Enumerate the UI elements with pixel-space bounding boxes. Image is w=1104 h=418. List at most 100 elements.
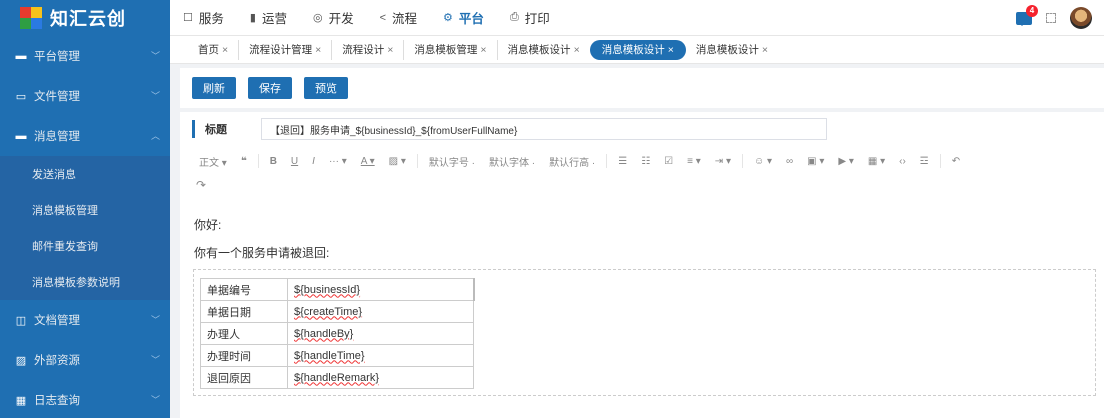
align-icon[interactable]: ≡ ▾ bbox=[680, 156, 708, 167]
close-icon[interactable]: × bbox=[315, 44, 321, 56]
toolbar-divider bbox=[606, 154, 608, 168]
chat-icon[interactable]: 4 bbox=[1016, 4, 1038, 26]
close-icon[interactable]: × bbox=[480, 44, 486, 56]
line-height-select[interactable]: 默认行高 · bbox=[542, 154, 602, 169]
code-icon[interactable]: ‹› bbox=[892, 156, 913, 167]
paragraph-style-select[interactable]: 正文 ▾ bbox=[192, 154, 234, 169]
todo-icon[interactable]: ☑ bbox=[657, 156, 680, 167]
emoji-icon[interactable]: ☺ ▾ bbox=[747, 156, 779, 167]
indent-icon[interactable]: ⇥ ▾ bbox=[708, 156, 738, 167]
sidebar-subitem-send-message[interactable]: 发送消息 bbox=[0, 156, 170, 192]
undo-icon[interactable]: ↶ bbox=[945, 156, 967, 167]
tab-template-manage[interactable]: 消息模板管理 × bbox=[404, 39, 498, 60]
table-key[interactable]: 单据编号 bbox=[200, 278, 288, 301]
tab-process-design[interactable]: 流程设计 × bbox=[332, 39, 405, 60]
bold-icon[interactable]: B bbox=[263, 156, 284, 167]
nav-print[interactable]: ⎙ 打印 bbox=[497, 0, 563, 36]
table-value[interactable]: ${handleRemark} bbox=[287, 366, 474, 389]
table-row[interactable]: 办理人 ${handleBy} bbox=[200, 322, 474, 345]
font-color-icon[interactable]: A ▾ bbox=[354, 156, 382, 167]
table-key[interactable]: 单据日期 bbox=[200, 300, 288, 323]
tab-template-design-1[interactable]: 消息模板设计 × bbox=[498, 40, 590, 60]
folder-icon: ▭ bbox=[15, 90, 27, 103]
underline-icon[interactable]: U bbox=[284, 156, 305, 167]
table-key[interactable]: 办理人 bbox=[200, 322, 288, 345]
rich-text-toolbar: 正文 ▾ ❝ B U I ··· ▾ A ▾ ▨ ▾ 默认字号 · 默认字体 ·… bbox=[192, 148, 1092, 174]
sidebar-subitem-template-manage[interactable]: 消息模板管理 bbox=[0, 192, 170, 228]
close-icon[interactable]: × bbox=[574, 44, 580, 56]
image-icon[interactable]: ▣ ▾ bbox=[800, 156, 831, 167]
table-value[interactable]: ${handleBy} bbox=[287, 322, 474, 345]
save-button[interactable]: 保存 bbox=[248, 77, 292, 99]
toolbar-divider bbox=[939, 154, 941, 168]
divider-icon[interactable]: ☲ bbox=[913, 156, 936, 167]
table-value-text: ${handleTime} bbox=[294, 349, 365, 362]
nav-label: 服务 bbox=[198, 12, 224, 26]
tab-template-design-active[interactable]: 消息模板设计 × bbox=[589, 39, 686, 60]
logo[interactable]: 知汇云创 bbox=[0, 0, 170, 36]
table-row[interactable]: 单据编号 ${businessId} bbox=[200, 278, 475, 301]
refresh-button[interactable]: 刷新 bbox=[192, 77, 236, 99]
table-row[interactable]: 退回原因 ${handleRemark} bbox=[200, 366, 474, 389]
nav-platform[interactable]: ⚙ 平台 bbox=[430, 0, 497, 36]
redo-icon[interactable]: ↷ bbox=[196, 178, 206, 192]
table-row[interactable]: 单据日期 ${createTime} bbox=[200, 300, 474, 323]
sidebar: 知汇云创 ▬ 平台管理 ﹀ ▭ 文件管理 ﹀ ▬ 消息管理 ︿ 发送消息 消息模… bbox=[0, 0, 170, 418]
share-icon: < bbox=[379, 11, 387, 24]
close-icon[interactable]: × bbox=[762, 44, 768, 56]
nav-operations[interactable]: ▮ 运营 bbox=[237, 0, 300, 36]
video-icon[interactable]: ▶ ▾ bbox=[831, 156, 861, 167]
title-input[interactable]: 【退回】服务申请_${businessId}_${fromUserFullNam… bbox=[261, 118, 827, 140]
preview-button[interactable]: 预览 bbox=[304, 77, 348, 99]
params-table[interactable]: 单据编号 ${businessId} 单据日期 ${createTime} 办理… bbox=[200, 278, 475, 389]
quote-icon[interactable]: ❝ bbox=[234, 156, 254, 167]
tab-label: 消息模板设计 bbox=[695, 44, 759, 56]
sidebar-item-documents[interactable]: ◫ 文档管理 ﹀ bbox=[0, 300, 170, 340]
sidebar-item-external[interactable]: ▨ 外部资源 ﹀ bbox=[0, 340, 170, 380]
chevron-down-icon: ﹀ bbox=[150, 315, 160, 325]
table-key[interactable]: 办理时间 bbox=[200, 344, 288, 367]
fullscreen-icon[interactable] bbox=[1046, 13, 1056, 23]
table-key[interactable]: 退回原因 bbox=[200, 366, 288, 389]
sidebar-item-messages[interactable]: ▬ 消息管理 ︿ bbox=[0, 116, 170, 156]
greeting-text[interactable]: 你好: bbox=[194, 216, 221, 233]
sidebar-subitem-template-params[interactable]: 消息模板参数说明 bbox=[0, 264, 170, 300]
bullet-list-icon[interactable]: ☰ bbox=[611, 156, 634, 167]
link-icon[interactable]: ∞ bbox=[779, 156, 800, 167]
sidebar-item-logs[interactable]: ▦ 日志查询 ﹀ bbox=[0, 380, 170, 418]
table-icon[interactable]: ▦ ▾ bbox=[861, 156, 892, 167]
close-icon[interactable]: × bbox=[387, 44, 393, 56]
message-icon: ▬ bbox=[15, 130, 27, 142]
sidebar-item-files[interactable]: ▭ 文件管理 ﹀ bbox=[0, 76, 170, 116]
toolbar-divider bbox=[416, 154, 418, 168]
nav-label: 运营 bbox=[261, 12, 287, 26]
table-value[interactable]: ${businessId} bbox=[287, 278, 475, 301]
nav-service[interactable]: ☐ 服务 bbox=[170, 0, 237, 36]
avatar[interactable] bbox=[1070, 7, 1092, 29]
tab-process-design-manage[interactable]: 流程设计管理 × bbox=[239, 39, 333, 60]
tab-home[interactable]: 首页 × bbox=[188, 39, 240, 60]
bg-color-icon[interactable]: ▨ ▾ bbox=[382, 156, 413, 167]
document-icon: ◫ bbox=[15, 314, 27, 327]
messages-submenu: 发送消息 消息模板管理 邮件重发查询 消息模板参数说明 bbox=[0, 156, 170, 300]
table-value-text: ${handleRemark} bbox=[294, 371, 380, 384]
message-text[interactable]: 你有一个服务申请被退回: bbox=[194, 244, 329, 261]
table-value[interactable]: ${createTime} bbox=[287, 300, 474, 323]
sidebar-subitem-email-resend[interactable]: 邮件重发查询 bbox=[0, 228, 170, 264]
font-size-select[interactable]: 默认字号 · bbox=[422, 154, 482, 169]
close-icon[interactable]: × bbox=[222, 44, 228, 56]
sidebar-item-platform[interactable]: ▬ 平台管理 ﹀ bbox=[0, 36, 170, 76]
sidebar-item-label: 日志查询 bbox=[34, 395, 80, 407]
tab-label: 消息模板设计 bbox=[507, 44, 571, 56]
nav-process[interactable]: < 流程 bbox=[367, 0, 430, 36]
numbered-list-icon[interactable]: ☷ bbox=[634, 156, 657, 167]
close-icon[interactable]: × bbox=[668, 44, 674, 56]
more-icon[interactable]: ··· ▾ bbox=[322, 156, 354, 167]
table-value-text: ${businessId} bbox=[294, 283, 361, 296]
italic-icon[interactable]: I bbox=[305, 156, 322, 167]
tab-template-design-3[interactable]: 消息模板设计 × bbox=[686, 40, 778, 60]
font-family-select[interactable]: 默认字体 · bbox=[482, 154, 542, 169]
nav-develop[interactable]: ◎ 开发 bbox=[300, 0, 367, 36]
table-row[interactable]: 办理时间 ${handleTime} bbox=[200, 344, 474, 367]
table-value[interactable]: ${handleTime} bbox=[287, 344, 474, 367]
